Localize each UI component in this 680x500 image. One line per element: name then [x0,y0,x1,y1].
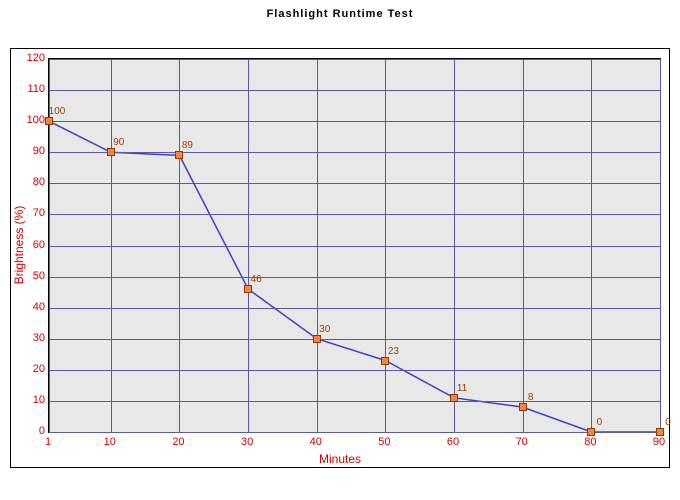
plot-area: 100908946302311800 [48,58,661,433]
gridline-h [49,152,660,153]
gridline-v [660,59,661,432]
data-label: 0 [597,417,603,428]
y-tick-label: 20 [15,363,45,375]
x-axis-label: Minutes [0,452,680,466]
y-tick-label: 70 [15,207,45,219]
gridline-h [49,277,660,278]
gridline-h [49,401,660,402]
data-label: 30 [319,324,330,335]
x-tick-label: 80 [570,436,610,448]
x-tick-label: 90 [639,436,679,448]
data-marker [45,117,53,125]
data-label: 89 [182,140,193,151]
data-label: 90 [113,137,124,148]
gridline-h [49,214,660,215]
x-tick-label: 20 [158,436,198,448]
data-marker [656,428,664,436]
gridline-h [49,90,660,91]
data-label: 11 [457,383,467,394]
chart-title: Flashlight Runtime Test [0,8,680,20]
gridline-h [49,370,660,371]
data-marker [450,394,458,402]
x-tick-label: 60 [433,436,473,448]
data-marker [381,357,389,365]
gridline-h [49,339,660,340]
y-tick-label: 110 [15,83,45,95]
data-marker [587,428,595,436]
y-tick-label: 100 [15,114,45,126]
data-label: 100 [49,106,66,117]
gridline-h [49,121,660,122]
y-tick-label: 40 [15,301,45,313]
data-label: 46 [251,274,262,285]
gridline-h [49,183,660,184]
y-tick-label: 30 [15,332,45,344]
y-tick-label: 80 [15,176,45,188]
y-tick-label: 120 [15,52,45,64]
gridline-h [49,308,660,309]
x-tick-label: 1 [28,436,68,448]
gridline-h [49,432,660,433]
y-tick-label: 10 [15,394,45,406]
x-tick-label: 40 [296,436,336,448]
data-marker [519,403,527,411]
gridline-h [49,246,660,247]
x-tick-label: 70 [502,436,542,448]
x-tick-label: 10 [90,436,130,448]
data-marker [107,148,115,156]
data-marker [244,285,252,293]
x-tick-label: 50 [364,436,404,448]
data-label: 23 [388,346,399,357]
data-marker [175,151,183,159]
data-label: 8 [528,392,534,403]
x-tick-label: 30 [227,436,267,448]
gridline-h [49,59,660,60]
data-marker [313,335,321,343]
data-label: 0 [665,417,671,428]
y-tick-label: 50 [15,270,45,282]
y-tick-label: 90 [15,145,45,157]
y-tick-label: 60 [15,239,45,251]
